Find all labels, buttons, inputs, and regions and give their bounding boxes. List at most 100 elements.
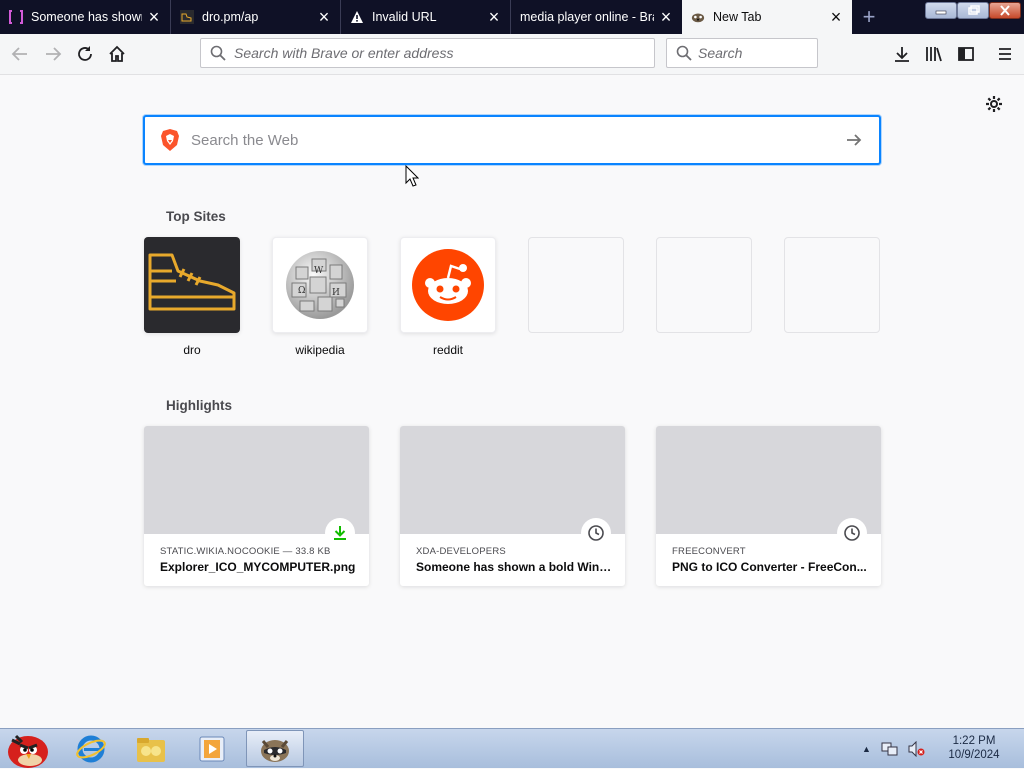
home-icon bbox=[109, 45, 125, 62]
library-icon bbox=[926, 47, 942, 62]
start-button[interactable] bbox=[0, 730, 54, 768]
highlight-host: FREECONVERT bbox=[672, 546, 746, 557]
internet-explorer-icon bbox=[76, 735, 106, 762]
highlight-title: PNG to ICO Converter - FreeCon... bbox=[672, 560, 867, 574]
tab-label: media player online - Bra bbox=[520, 10, 654, 24]
top-site-placeholder[interactable] bbox=[784, 237, 880, 333]
tab-close-icon[interactable]: × bbox=[828, 8, 844, 26]
top-site-tile[interactable] bbox=[400, 237, 496, 333]
clock-icon bbox=[837, 518, 867, 548]
svg-text:И: И bbox=[332, 288, 340, 298]
top-site-wikipedia[interactable]: W Ω И wikipedia bbox=[272, 237, 368, 357]
highlight-thumbnail bbox=[144, 426, 369, 548]
search-input[interactable] bbox=[698, 45, 808, 61]
tab-xda[interactable]: Someone has shown × bbox=[0, 0, 170, 34]
highlight-card[interactable]: STATIC.WIKIA.NOCOOKIE — 33.8 KB Explorer… bbox=[144, 426, 369, 586]
hamburger-menu-icon bbox=[999, 48, 1011, 60]
top-site-label: reddit bbox=[432, 343, 464, 357]
menu-button[interactable] bbox=[993, 42, 1017, 66]
svg-text:W: W bbox=[314, 266, 324, 276]
system-tray: ▲ bbox=[862, 729, 925, 769]
angry-bird-icon bbox=[8, 734, 48, 768]
tab-close-icon[interactable]: × bbox=[486, 8, 502, 26]
address-input[interactable] bbox=[234, 45, 614, 61]
top-site-empty[interactable] bbox=[528, 237, 624, 343]
new-tab-button[interactable]: + bbox=[852, 0, 886, 34]
media-player-taskbar-button[interactable] bbox=[183, 730, 241, 767]
wikipedia-globe-icon: W Ω И bbox=[286, 251, 354, 319]
back-arrow-icon bbox=[11, 47, 27, 61]
highlight-host: XDA-DEVELOPERS bbox=[416, 546, 506, 557]
web-search-input[interactable] bbox=[191, 131, 843, 149]
network-icon[interactable] bbox=[881, 741, 899, 757]
tab-label: Someone has shown bbox=[31, 10, 142, 24]
close-icon bbox=[1000, 5, 1010, 16]
clock-icon bbox=[581, 518, 611, 548]
top-site-reddit[interactable]: reddit bbox=[400, 237, 496, 357]
restore-button[interactable] bbox=[957, 2, 989, 19]
clock-time: 1:22 PM bbox=[952, 735, 996, 747]
tab-dro[interactable]: dro.pm/ap × bbox=[171, 0, 340, 34]
top-site-dro[interactable]: dro bbox=[144, 237, 240, 357]
tab-label: New Tab bbox=[713, 10, 762, 24]
download-icon bbox=[325, 518, 355, 548]
top-site-tile[interactable]: W Ω И bbox=[272, 237, 368, 333]
highlights-heading: Highlights bbox=[166, 398, 232, 413]
svg-text:Ω: Ω bbox=[298, 286, 305, 296]
forward-button[interactable] bbox=[41, 42, 65, 66]
highlight-host: STATIC.WIKIA.NOCOOKIE — 33.8 KB bbox=[160, 546, 331, 557]
taskbar-clock[interactable]: 1:22 PM 10/9/2024 bbox=[938, 734, 1010, 762]
brave-lion-icon bbox=[161, 129, 179, 151]
search-box[interactable] bbox=[666, 38, 818, 68]
downloads-button[interactable] bbox=[890, 42, 914, 66]
address-bar[interactable] bbox=[200, 38, 655, 68]
home-button[interactable] bbox=[105, 42, 129, 66]
tab-strip: Someone has shown × dro.pm/ap × Invalid … bbox=[0, 0, 1024, 34]
highlight-card[interactable]: XDA-DEVELOPERS Someone has shown a bold … bbox=[400, 426, 625, 586]
web-search-box[interactable] bbox=[143, 115, 881, 165]
minimize-icon bbox=[935, 10, 947, 15]
top-site-empty[interactable] bbox=[784, 237, 880, 343]
top-site-empty[interactable] bbox=[656, 237, 752, 343]
library-button[interactable] bbox=[922, 42, 946, 66]
file-explorer-taskbar-button[interactable] bbox=[122, 730, 180, 767]
tab-label: Invalid URL bbox=[372, 10, 437, 24]
tab-new-tab[interactable]: New Tab × bbox=[682, 0, 852, 34]
settings-gear-icon[interactable] bbox=[984, 94, 1004, 114]
tab-close-icon[interactable]: × bbox=[316, 8, 332, 26]
brave-icon bbox=[691, 10, 705, 24]
highlight-card[interactable]: FREECONVERT PNG to ICO Converter - FreeC… bbox=[656, 426, 881, 586]
download-icon bbox=[895, 47, 909, 62]
media-player-icon bbox=[199, 736, 225, 761]
search-icon bbox=[210, 45, 226, 61]
search-go-arrow-icon[interactable] bbox=[843, 129, 865, 151]
tab-close-icon[interactable]: × bbox=[658, 8, 674, 26]
window-close-button[interactable] bbox=[989, 2, 1021, 19]
top-site-tile[interactable] bbox=[144, 237, 240, 333]
top-sites-heading: Top Sites bbox=[166, 209, 226, 224]
tab-close-icon[interactable]: × bbox=[146, 8, 162, 26]
boot-icon bbox=[148, 253, 236, 311]
highlight-title: Explorer_ICO_MYCOMPUTER.png bbox=[160, 560, 356, 574]
mouse-cursor-icon bbox=[405, 164, 420, 192]
top-site-placeholder[interactable] bbox=[528, 237, 624, 333]
sidebar-button[interactable] bbox=[954, 42, 978, 66]
reload-button[interactable] bbox=[73, 42, 97, 66]
highlight-thumbnail bbox=[400, 426, 625, 548]
minimize-button[interactable] bbox=[925, 2, 957, 19]
volume-muted-icon[interactable] bbox=[907, 741, 925, 757]
brave-taskbar-button[interactable] bbox=[246, 730, 304, 767]
tab-invalid-url[interactable]: Invalid URL × bbox=[341, 0, 510, 34]
nav-toolbar bbox=[0, 34, 1024, 75]
show-hidden-icons-chevron-up-icon[interactable]: ▲ bbox=[862, 744, 871, 754]
internet-explorer-taskbar-button[interactable] bbox=[62, 730, 120, 767]
top-site-placeholder[interactable] bbox=[656, 237, 752, 333]
warning-icon bbox=[350, 10, 364, 24]
highlight-thumbnail bbox=[656, 426, 881, 548]
tab-media-player[interactable]: media player online - Bra × bbox=[511, 0, 682, 34]
shoe-icon bbox=[180, 10, 194, 24]
tab-label: dro.pm/ap bbox=[202, 10, 259, 24]
back-button[interactable] bbox=[8, 42, 32, 66]
top-site-label: dro bbox=[183, 343, 201, 357]
raccoon-browser-icon bbox=[261, 739, 289, 762]
